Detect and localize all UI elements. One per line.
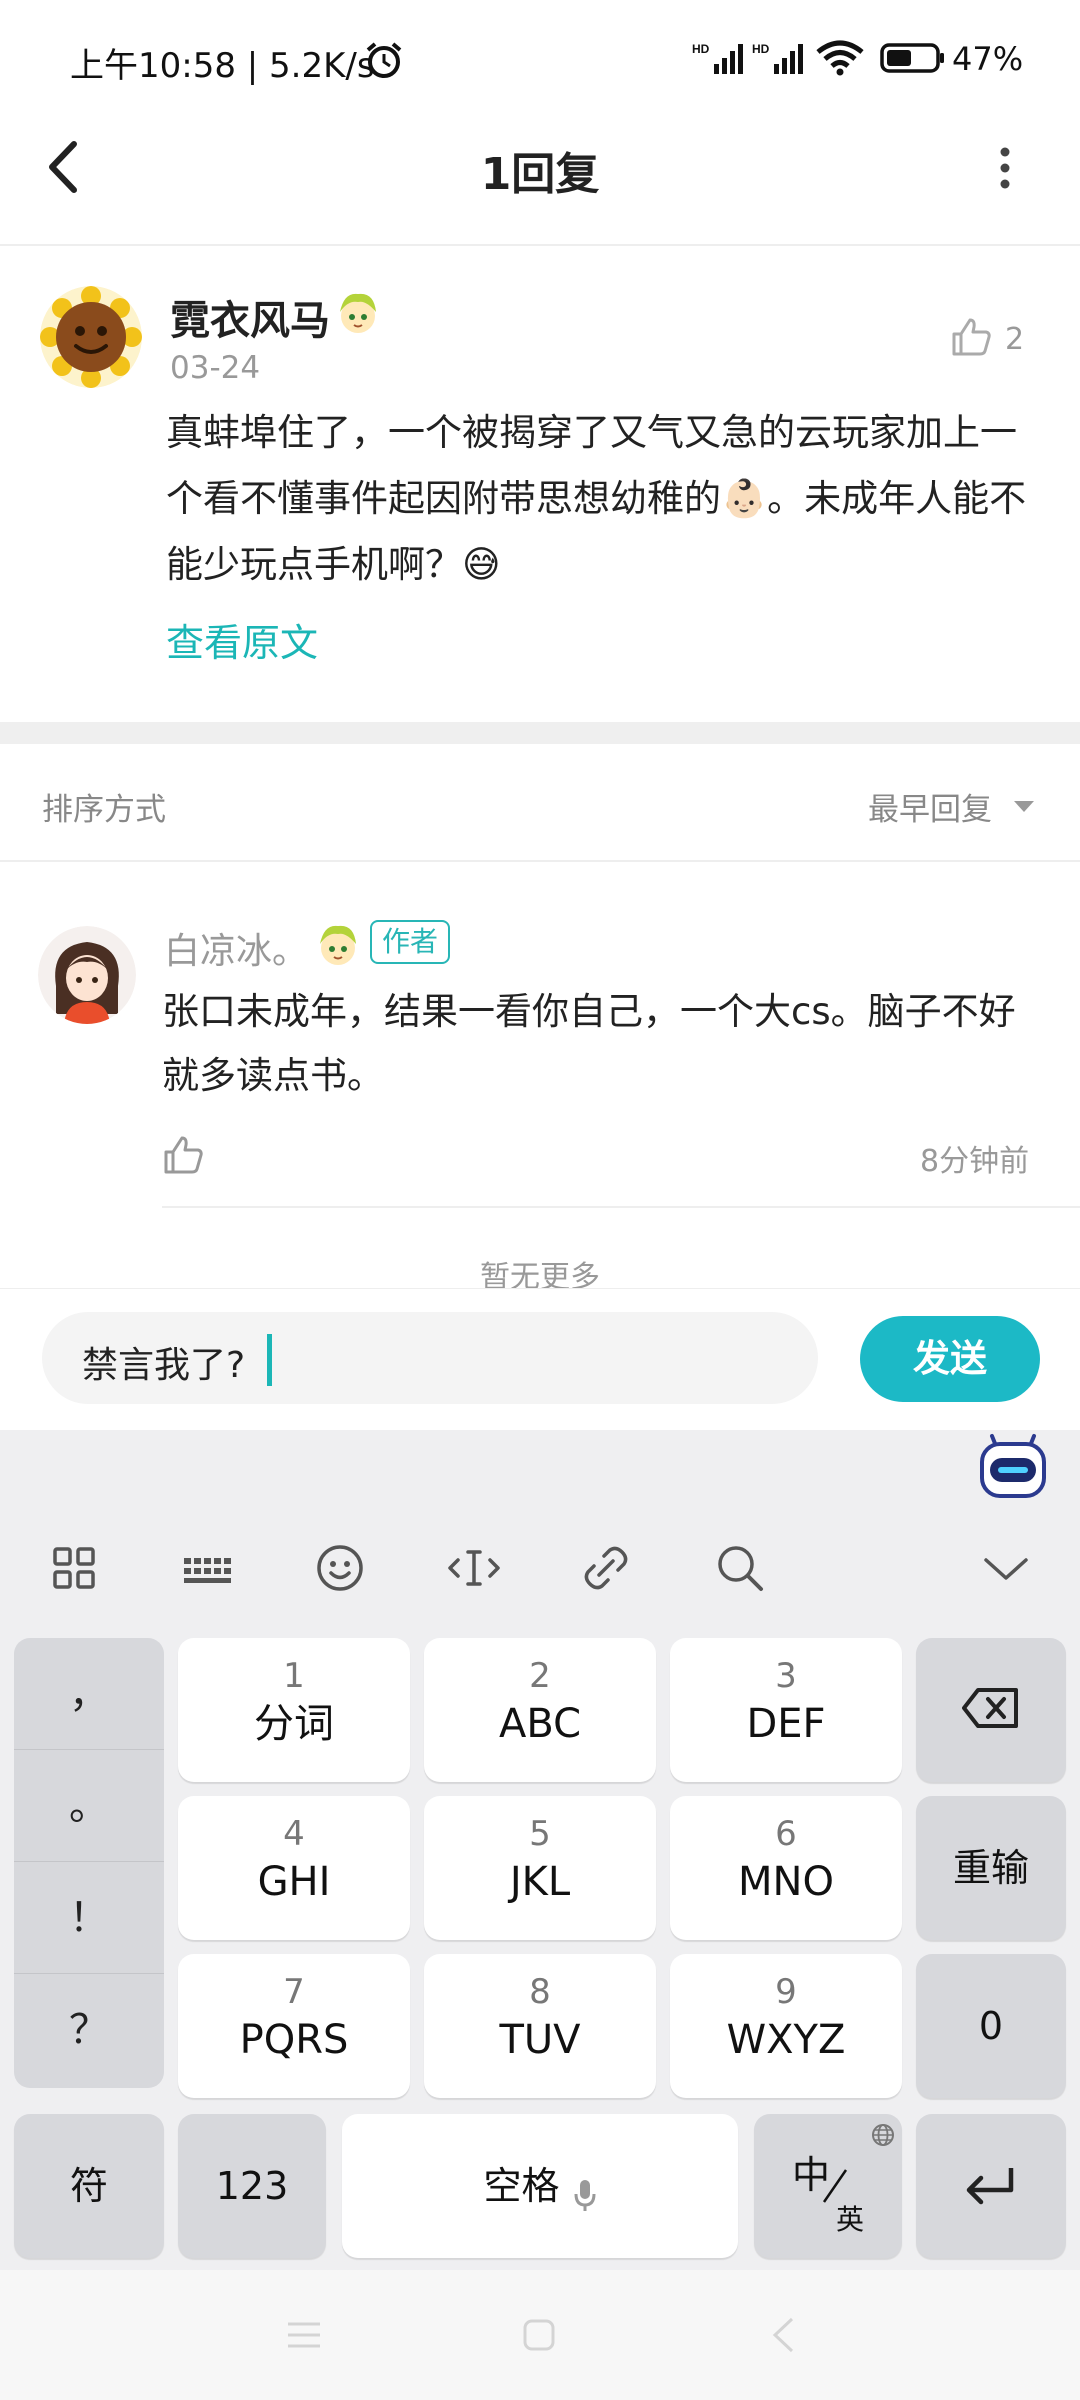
microphone-icon xyxy=(574,2179,596,2211)
assistant-robot-icon[interactable] xyxy=(978,1432,1048,1502)
post-date: 03-24 xyxy=(170,350,261,386)
t9-key-9[interactable]: 9 WXYZ xyxy=(670,1954,902,2098)
space-label: 空格 xyxy=(483,2164,560,2208)
punct-key-exclaim[interactable]: ！ xyxy=(14,1862,164,1974)
key-letters: 分词 xyxy=(254,1701,334,1747)
numbers-key[interactable]: 123 xyxy=(178,2114,326,2258)
avatar[interactable] xyxy=(40,286,142,388)
key-number: 8 xyxy=(529,1972,551,2012)
key-letters: PQRS xyxy=(239,2017,349,2063)
link-icon[interactable] xyxy=(576,1538,636,1598)
chevron-down-icon[interactable] xyxy=(1012,798,1036,814)
back-icon[interactable] xyxy=(770,2316,796,2354)
reinput-key[interactable]: 重输 xyxy=(916,1796,1066,1940)
t9-key-5[interactable]: 5 JKL xyxy=(424,1796,656,1940)
text-cursor xyxy=(267,1334,272,1386)
reply-time: 8分钟前 xyxy=(920,1144,1030,1179)
t9-key-8[interactable]: 8 TUV xyxy=(424,1954,656,2098)
symbols-label: 符 xyxy=(69,2164,108,2208)
battery-icon xyxy=(880,43,944,73)
key-number: 5 xyxy=(529,1814,551,1854)
svg-text:HD: HD xyxy=(692,42,710,56)
thumbs-up-icon[interactable] xyxy=(162,1134,204,1176)
emoji-icon[interactable] xyxy=(310,1538,370,1598)
t9-key-2[interactable]: 2 ABC xyxy=(424,1638,656,1782)
section-separator xyxy=(0,722,1080,744)
key-letters: MNO xyxy=(738,1859,834,1905)
backspace-icon xyxy=(962,1688,1018,1728)
key-letters: TUV xyxy=(499,2017,581,2063)
search-icon[interactable] xyxy=(710,1538,770,1598)
reply-content: 张口未成年，结果一看你自己，一个大cs。脑子不好就多读点书。 xyxy=(162,990,1016,1097)
sort-dropdown[interactable]: 最早回复 xyxy=(868,784,992,829)
key-letters: DEF xyxy=(746,1701,826,1747)
punct-key-comma[interactable]: ， xyxy=(14,1638,164,1750)
wifi-icon xyxy=(816,40,864,76)
key-number: 7 xyxy=(283,1972,305,2012)
zero-key[interactable]: 0 xyxy=(916,1954,1066,2098)
enter-icon xyxy=(966,2168,1014,2205)
enter-key[interactable] xyxy=(916,2114,1066,2258)
punct-key-period[interactable]: 。 xyxy=(14,1750,164,1862)
reinput-label: 重输 xyxy=(952,1846,1029,1890)
reply-author-name[interactable]: 白凉冰。 xyxy=(164,922,308,974)
level-badge-icon xyxy=(320,925,356,965)
more-vertical-icon[interactable] xyxy=(990,146,1020,190)
keyboard-icon[interactable] xyxy=(178,1538,238,1598)
grid-icon[interactable] xyxy=(44,1538,104,1598)
menu-icon[interactable] xyxy=(286,2320,322,2350)
level-badge-icon xyxy=(340,293,376,333)
key-letters: WXYZ xyxy=(726,2017,846,2063)
zero-label: 0 xyxy=(978,2004,1004,2048)
t9-key-4[interactable]: 4 GHI xyxy=(178,1796,410,1940)
key-number: 1 xyxy=(283,1656,305,1696)
t9-key-1[interactable]: 1 分词 xyxy=(178,1638,410,1782)
space-key[interactable]: 空格 xyxy=(342,2114,738,2258)
post-like-count: 2 xyxy=(1005,322,1025,357)
t9-key-3[interactable]: 3 DEF xyxy=(670,1638,902,1782)
home-icon[interactable] xyxy=(522,2318,556,2352)
thumbs-up-icon[interactable] xyxy=(950,316,992,358)
sort-label: 排序方式 xyxy=(42,792,166,828)
language-switch-key[interactable]: 中 英 xyxy=(754,2114,902,2258)
avatar[interactable] xyxy=(38,926,136,1024)
cursor-icon[interactable] xyxy=(444,1538,504,1598)
key-number: 2 xyxy=(529,1656,551,1696)
author-badge: 作者 xyxy=(370,920,451,964)
symbols-key[interactable]: 符 xyxy=(14,2114,164,2258)
lang-en-label: 英 xyxy=(836,2203,865,2236)
reply-input-text[interactable]: 禁言我了? xyxy=(82,1336,245,1388)
punct-key-question[interactable]: ？ xyxy=(14,1974,164,2086)
hd-signal-icon: HD xyxy=(692,42,743,74)
alarm-icon xyxy=(366,42,402,78)
hd-signal-icon: HD xyxy=(752,42,803,74)
sort-divider xyxy=(0,860,1080,862)
t9-key-6[interactable]: 6 MNO xyxy=(670,1796,902,1940)
key-number: 6 xyxy=(775,1814,797,1854)
page-title: 1回复 xyxy=(480,149,600,200)
status-time: 上午10:58 | 5.2K/s xyxy=(70,46,375,86)
view-original-link[interactable]: 查看原文 xyxy=(166,612,318,667)
key-number: 4 xyxy=(283,1814,305,1854)
battery-percent: 47% xyxy=(952,40,1024,78)
globe-icon xyxy=(872,2124,894,2146)
backspace-key[interactable] xyxy=(916,1638,1066,1782)
svg-text:HD: HD xyxy=(752,42,770,56)
numbers-label: 123 xyxy=(215,2164,289,2208)
collapse-icon[interactable] xyxy=(976,1538,1036,1598)
key-letters: GHI xyxy=(257,1859,331,1905)
reply-divider xyxy=(162,1206,1080,1208)
post-content: 真蚌埠住了，一个被揭穿了又气又急的云玩家加上一个看不懂事件起因附带思想幼稚的👶🏻… xyxy=(166,411,1027,586)
header-divider xyxy=(0,244,1080,246)
post-author-name[interactable]: 霓衣风马 xyxy=(170,288,330,346)
key-number: 3 xyxy=(775,1656,797,1696)
send-button[interactable]: 发送 xyxy=(860,1316,1040,1402)
key-letters: ABC xyxy=(498,1701,582,1747)
key-letters: JKL xyxy=(509,1859,571,1905)
key-number: 9 xyxy=(775,1972,797,2012)
t9-key-7[interactable]: 7 PQRS xyxy=(178,1954,410,2098)
